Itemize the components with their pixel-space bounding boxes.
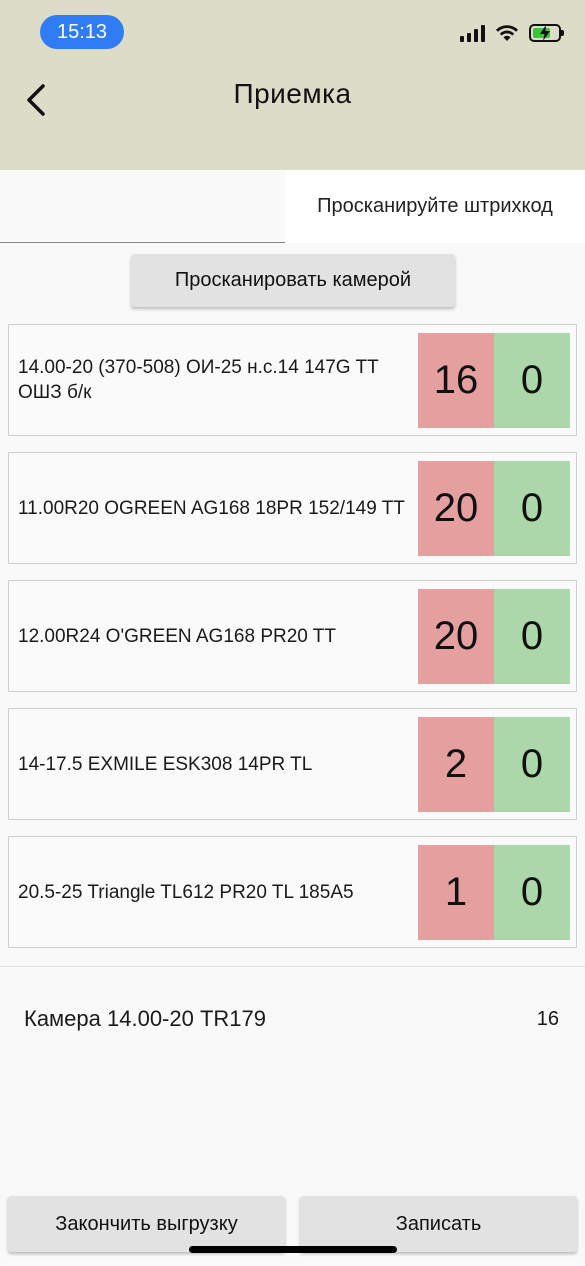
list-item[interactable]: 14-17.5 EXMILE ESK308 14PR TL 2 0 <box>8 708 577 820</box>
summary-item-count: 16 <box>536 1008 559 1030</box>
app-header: 15:13 Приемка <box>0 0 585 170</box>
home-indicator <box>189 1246 397 1253</box>
scanned-quantity: 0 <box>494 461 570 556</box>
scanned-quantity: 0 <box>494 333 570 428</box>
item-name: 14.00-20 (370-508) ОИ-25 н.с.14 147G TT … <box>18 357 379 403</box>
scanned-quantity: 0 <box>494 717 570 812</box>
scanned-quantity: 0 <box>494 845 570 940</box>
wifi-icon <box>496 25 518 41</box>
list-item[interactable]: 14.00-20 (370-508) ОИ-25 н.с.14 147G TT … <box>8 324 577 436</box>
scan-hint-label: Просканируйте штрихкод <box>285 170 585 243</box>
save-button[interactable]: Записать <box>300 1196 577 1252</box>
finish-unloading-button[interactable]: Закончить выгрузку <box>8 1196 285 1252</box>
items-list: 14.00-20 (370-508) ОИ-25 н.с.14 147G TT … <box>8 324 577 964</box>
expected-quantity: 20 <box>418 589 494 684</box>
item-name: 11.00R20 OGREEN AG168 18PR 152/149 TT <box>18 497 405 519</box>
page-title: Приемка <box>233 78 352 109</box>
cellular-signal-icon <box>460 24 485 42</box>
barcode-input[interactable] <box>0 170 285 243</box>
scanned-quantity: 0 <box>494 589 570 684</box>
item-name: 12.00R24 O'GREEN AG168 PR20 TT <box>18 625 336 647</box>
summary-item-name: Камера 14.00-20 TR179 <box>24 1006 266 1031</box>
list-item[interactable]: 20.5-25 Triangle TL612 PR20 TL 185A5 1 0 <box>8 836 577 948</box>
list-item[interactable]: 12.00R24 O'GREEN AG168 PR20 TT 20 0 <box>8 580 577 692</box>
section-divider <box>0 966 585 967</box>
expected-quantity: 16 <box>418 333 494 428</box>
battery-charging-icon <box>529 24 564 42</box>
status-time: 15:13 <box>40 15 124 49</box>
list-item[interactable]: 11.00R20 OGREEN AG168 18PR 152/149 TT 20… <box>8 452 577 564</box>
expected-quantity: 1 <box>418 845 494 940</box>
expected-quantity: 20 <box>418 461 494 556</box>
status-icons <box>460 24 564 42</box>
item-name: 14-17.5 EXMILE ESK308 14PR TL <box>18 753 313 775</box>
item-name: 20.5-25 Triangle TL612 PR20 TL 185A5 <box>18 881 354 903</box>
expected-quantity: 2 <box>418 717 494 812</box>
scan-camera-button[interactable]: Просканировать камерой <box>131 254 455 307</box>
status-bar: 15:13 <box>0 0 585 66</box>
